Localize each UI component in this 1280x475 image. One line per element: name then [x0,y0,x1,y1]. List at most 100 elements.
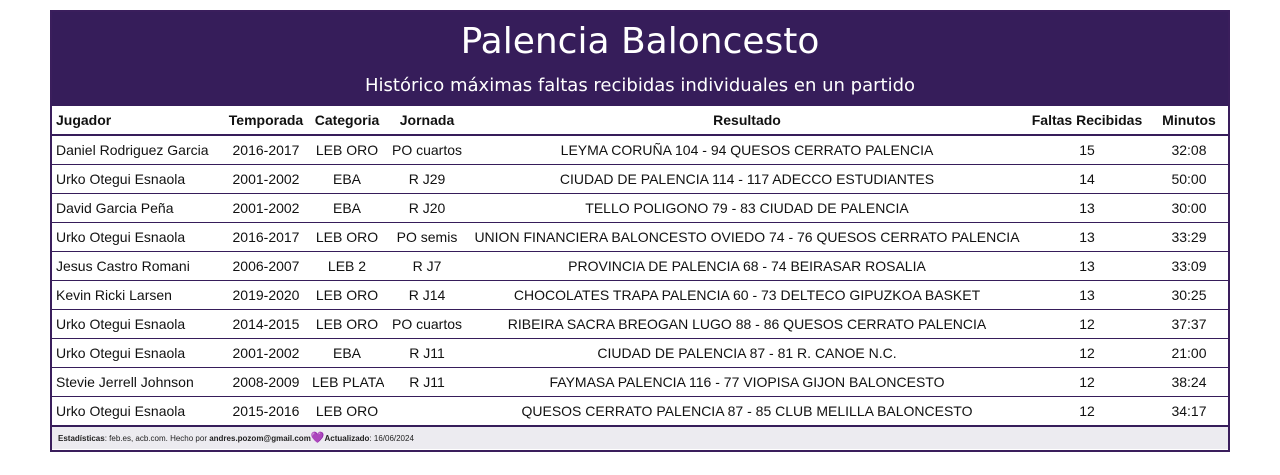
cell-jugador: Urko Otegui Esnaola [52,222,222,252]
cell-faltas: 13 [1024,222,1150,252]
cell-minutos: 33:09 [1150,251,1228,281]
cell-temporada: 2006-2007 [222,251,310,281]
cell-minutos: 33:29 [1150,222,1228,252]
cell-temporada: 2001-2002 [222,164,310,194]
cell-minutos: 30:00 [1150,193,1228,223]
table-row: Urko Otegui Esnaola 2001-2002 EBA R J29 CIUD… [52,164,1228,194]
cell-jornada: R J14 [384,280,470,310]
cell-faltas: 15 [1024,135,1150,165]
footer-stats-text: : feb.es, acb.com. Hecho por [104,434,210,443]
column-header-minutos: Minutos [1150,106,1228,136]
heart-icon: 💜 [310,432,325,444]
cell-faltas: 12 [1024,338,1150,368]
cell-jugador: David Garcia Peña [52,193,222,223]
footer-updated-text: : 16/06/2024 [369,434,414,443]
stats-table-card: Palencia Baloncesto Histórico máximas fa… [50,10,1230,452]
table-row: David Garcia Peña 2001-2002 EBA R J20 TELLO … [52,193,1228,223]
table-row: Urko Otegui Esnaola 2016-2017 LEB ORO PO se… [52,222,1228,252]
table-row: Jesus Castro Romani 2006-2007 LEB 2R J7 PRO… [52,251,1228,281]
cell-categoria: LEB ORO [310,280,384,310]
cell-minutos: 21:00 [1150,338,1228,368]
cell-jugador: Kevin Ricki Larsen [52,280,222,310]
cell-resultado: TELLO POLIGONO 79 - 83 CIUDAD DE PALENCI… [470,193,1024,223]
cell-minutos: 30:25 [1150,280,1228,310]
cell-jugador: Stevie Jerrell Johnson [52,367,222,397]
cell-resultado: LEYMA CORUÑA 104 - 94 QUESOS CERRATO PAL… [470,135,1024,165]
cell-faltas: 14 [1024,164,1150,194]
cell-minutos: 50:00 [1150,164,1228,194]
cell-temporada: 2001-2002 [222,193,310,223]
cell-categoria: LEB ORO [310,135,384,165]
cell-minutos: 34:17 [1150,396,1228,426]
header-row: Jugador Temporada Categoria Jornada Resu… [52,106,1228,136]
cell-temporada: 2015-2016 [222,396,310,426]
fouls-table: Jugador Temporada Categoria Jornada Resu… [52,106,1228,426]
cell-resultado: PROVINCIA DE PALENCIA 68 - 74 BEIRASAR R… [470,251,1024,281]
cell-faltas: 13 [1024,251,1150,281]
cell-minutos: 38:24 [1150,367,1228,397]
cell-categoria: LEB ORO [310,222,384,252]
cell-resultado: CIUDAD DE PALENCIA 114 - 117 ADECCO ESTU… [470,164,1024,194]
cell-jugador: Jesus Castro Romani [52,251,222,281]
cell-categoria: LEB ORO [310,309,384,339]
table-row: Stevie Jerrell Johnson 2008-2009 LEB PLATA… [52,367,1228,397]
table-row: Urko Otegui Esnaola 2001-2002 EBA R J11 CIUD… [52,338,1228,368]
page-subtitle: Histórico máximas faltas recibidas indiv… [364,75,916,96]
cell-jornada: R J11 [384,338,470,368]
cell-jugador: Urko Otegui Esnaola [52,164,222,194]
table-header: Palencia Baloncesto Histórico máximas fa… [52,12,1228,106]
cell-temporada: 2019-2020 [222,280,310,310]
column-header-temporada: Temporada [222,106,310,136]
cell-categoria: LEB ORO [310,396,384,426]
footer-credits: Estadísticas: feb.es, acb.com. Hecho por… [52,426,1228,449]
cell-jugador: Urko Otegui Esnaola [52,338,222,368]
column-header-faltas: Faltas Recibidas [1024,106,1150,136]
cell-resultado: FAYMASA PALENCIA 116 - 77 VIOPISA GIJON … [470,367,1024,397]
cell-resultado: CHOCOLATES TRAPA PALENCIA 60 - 73 DELTEC… [470,280,1024,310]
cell-jornada: PO cuartos [384,135,470,165]
cell-categoria: LEB 2 [310,251,384,281]
cell-minutos: 32:08 [1150,135,1228,165]
cell-jornada: R J7 [384,251,470,281]
cell-temporada: 2001-2002 [222,338,310,368]
cell-temporada: 2014-2015 [222,309,310,339]
column-header-resultado: Resultado [470,106,1024,136]
footer-author: andres.pozom@gmail.com [209,434,311,443]
table-row: Urko Otegui Esnaola 2015-2016 LEB ORO QUESO… [52,396,1228,426]
page-title: Palencia Baloncesto [460,21,820,62]
cell-jornada: PO semis [384,222,470,252]
cell-jugador: Daniel Rodriguez Garcia [52,135,222,165]
table-row: Urko Otegui Esnaola 2014-2015 LEB ORO PO cu… [52,309,1228,339]
cell-jugador: Urko Otegui Esnaola [52,309,222,339]
footer-updated-label: Actualizado [324,434,370,443]
cell-jornada: R J11 [384,367,470,397]
cell-faltas: 12 [1024,396,1150,426]
cell-categoria: EBA [310,164,384,194]
column-header-jornada: Jornada [384,106,470,136]
cell-temporada: 2008-2009 [222,367,310,397]
cell-faltas: 13 [1024,280,1150,310]
cell-jugador: Urko Otegui Esnaola [52,396,222,426]
cell-jornada: PO cuartos [384,309,470,339]
cell-temporada: 2016-2017 [222,135,310,165]
cell-jornada: R J20 [384,193,470,223]
column-header-categoria: Categoria [310,106,384,136]
footer-stats-label: Estadísticas [58,434,105,443]
cell-resultado: CIUDAD DE PALENCIA 87 - 81 R. CANOE N.C. [470,338,1024,368]
cell-resultado: RIBEIRA SACRA BREOGAN LUGO 88 - 86 QUESO… [470,309,1024,339]
cell-jornada [384,396,470,426]
cell-resultado: UNION FINANCIERA BALONCESTO OVIEDO 74 - … [470,222,1024,252]
cell-faltas: 13 [1024,193,1150,223]
cell-temporada: 2016-2017 [222,222,310,252]
cell-faltas: 12 [1024,309,1150,339]
cell-categoria: EBA [310,193,384,223]
cell-categoria: EBA [310,338,384,368]
cell-resultado: QUESOS CERRATO PALENCIA 87 - 85 CLUB MEL… [470,396,1024,426]
cell-faltas: 12 [1024,367,1150,397]
cell-minutos: 37:37 [1150,309,1228,339]
cell-categoria: LEB PLATA [310,367,384,397]
table-row: Daniel Rodriguez Garcia 2016-2017 LEB ORO P… [52,135,1228,165]
column-header-jugador: Jugador [52,106,222,136]
cell-jornada: R J29 [384,164,470,194]
table-row: Kevin Ricki Larsen 2019-2020 LEB ORO R J14 C… [52,280,1228,310]
